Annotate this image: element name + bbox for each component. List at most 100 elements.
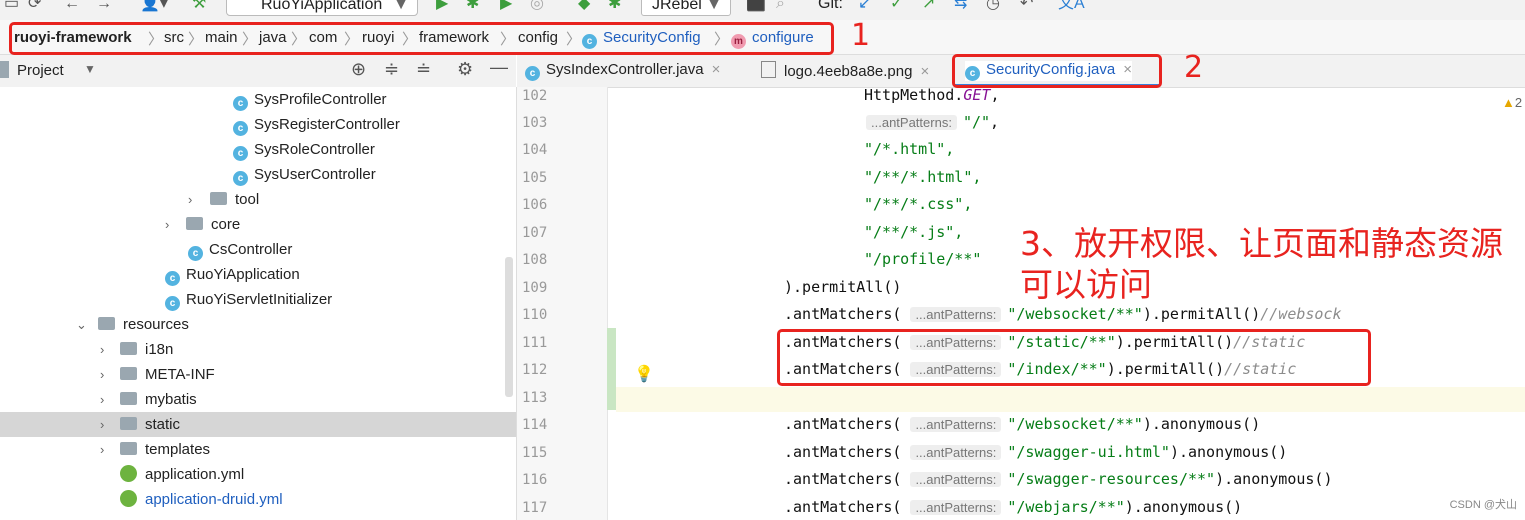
param-hint: ...antPatterns: — [910, 500, 1002, 515]
code-line-104[interactable]: "/*.html", — [864, 140, 954, 158]
tree-item[interactable]: › core — [0, 212, 516, 237]
tree-item-label: resources — [123, 316, 189, 333]
code-token: GET — [963, 86, 991, 104]
folder-icon — [120, 442, 137, 455]
param-hint: ...antPatterns: — [910, 417, 1002, 432]
chevron-right-icon[interactable]: › — [165, 212, 169, 237]
tree-item[interactable]: c SysRoleController — [0, 137, 516, 162]
forward-icon[interactable]: → — [96, 0, 112, 14]
param-hint: ...antPatterns: — [910, 445, 1002, 460]
gear-icon[interactable]: ⚙ — [457, 59, 473, 80]
minimize-icon[interactable]: — — [490, 57, 508, 78]
close-icon[interactable]: × — [712, 61, 721, 78]
git-push-icon[interactable]: ↗ — [922, 0, 935, 14]
close-icon[interactable]: × — [920, 63, 929, 80]
user-icon[interactable]: 👤▾ — [140, 0, 168, 14]
coverage-icon[interactable]: ▶ — [500, 0, 512, 14]
search-everywhere-icon[interactable]: ⌕ — [776, 0, 785, 14]
tree-item[interactable]: c RuoYiApplication — [0, 262, 516, 287]
tree-item[interactable]: › templates — [0, 437, 516, 462]
code-line-116[interactable]: .antMatchers( ...antPatterns: "/swagger-r… — [784, 470, 1333, 488]
tree-item[interactable]: › META-INF — [0, 362, 516, 387]
debug-icon[interactable]: ✱ — [466, 0, 479, 14]
tree-item-selected[interactable]: › static — [0, 412, 516, 437]
git-compare-icon[interactable]: ⇆ — [954, 0, 967, 14]
build-hammer-icon[interactable]: ⚒ — [192, 0, 206, 14]
chevron-right-icon[interactable]: › — [100, 412, 104, 437]
collapse-all-icon[interactable]: ≐ — [416, 59, 431, 80]
class-icon: c — [233, 121, 248, 136]
code-line-105[interactable]: "/**/*.html", — [864, 168, 981, 186]
expand-all-icon[interactable]: ≑ — [384, 59, 399, 80]
param-hint: ...antPatterns: — [866, 115, 957, 130]
line-number: 106 — [522, 197, 548, 213]
locate-icon[interactable]: ⊕ — [351, 59, 366, 80]
code-token: , — [990, 113, 1000, 131]
history-icon[interactable]: ◷ — [986, 0, 1000, 14]
stop-icon[interactable]: ⬛ — [746, 0, 766, 14]
tree-item[interactable]: application.yml — [0, 462, 516, 487]
code-line-117[interactable]: .antMatchers( ...antPatterns: "/webjars/*… — [784, 498, 1242, 516]
jrebel-select[interactable]: JRebel ▼ — [641, 0, 731, 16]
jrebel-run-icon[interactable]: ◆ — [578, 0, 590, 14]
line-number: 117 — [522, 500, 548, 516]
lightbulb-icon[interactable]: 💡 — [634, 364, 654, 384]
tab-sysindexcontroller[interactable]: c SysIndexController.java × — [525, 61, 720, 81]
tree-scrollbar[interactable] — [505, 257, 513, 397]
tree-item[interactable]: c SysRegisterController — [0, 112, 516, 137]
tab-logo-png[interactable]: logo.4eeb8a8e.png × — [761, 61, 929, 80]
tree-item-label: SysRoleController — [254, 141, 375, 158]
warning-icon[interactable]: ▲2 — [1502, 95, 1522, 110]
code-string: "/swagger-resources/**" — [1007, 470, 1216, 488]
code-line-114[interactable]: .antMatchers( ...antPatterns: "/websocket… — [784, 415, 1260, 433]
code-line-109[interactable]: ).permitAll() — [784, 278, 901, 296]
profile-icon[interactable]: ◎ — [530, 0, 544, 14]
chevron-right-icon[interactable]: › — [100, 362, 104, 387]
code-line-107[interactable]: "/**/*.js", — [864, 223, 963, 241]
tree-item[interactable]: application-druid.yml — [0, 487, 516, 512]
project-icon — [0, 61, 9, 78]
chevron-right-icon[interactable]: › — [100, 387, 104, 412]
rollback-icon[interactable]: ↶ — [1020, 0, 1033, 14]
param-hint: ...antPatterns: — [910, 307, 1002, 322]
git-update-icon[interactable]: ↙ — [858, 0, 871, 14]
line-number: 113 — [522, 390, 548, 406]
chevron-down-icon[interactable]: ▼ — [84, 62, 96, 76]
code-line-103[interactable]: ...antPatterns: "/", — [866, 113, 999, 131]
code-line-102[interactable]: HttpMethod.GET, — [864, 86, 999, 104]
code-line-108[interactable]: "/profile/**" — [864, 250, 981, 268]
jrebel-label: JRebel — [652, 0, 702, 13]
spring-yml-icon — [120, 490, 137, 507]
save-icon[interactable]: ▭ — [4, 0, 19, 14]
tree-item[interactable]: c CsController — [0, 237, 516, 262]
code-token: .antMatchers( — [784, 305, 902, 323]
tree-item-label: SysUserController — [254, 166, 376, 183]
tree-item[interactable]: › mybatis — [0, 387, 516, 412]
tree-item[interactable]: c SysProfileController — [0, 87, 516, 112]
back-icon[interactable]: ← — [64, 0, 80, 14]
tree-item[interactable]: › tool — [0, 187, 516, 212]
project-panel-title[interactable]: Project — [17, 62, 64, 79]
code-line-110[interactable]: .antMatchers( ...antPatterns: "/websocket… — [784, 305, 1342, 323]
tree-item[interactable]: ⌄ resources — [0, 312, 516, 337]
code-line-115[interactable]: .antMatchers( ...antPatterns: "/swagger-u… — [784, 443, 1287, 461]
sync-icon[interactable]: ⟳ — [28, 0, 41, 14]
warning-count: 2 — [1514, 95, 1523, 110]
tree-item[interactable]: › i18n — [0, 337, 516, 362]
run-configuration-select[interactable]: RuoYiApplication ▼ — [226, 0, 418, 16]
watermark: CSDN @犬山 — [1449, 499, 1517, 511]
chevron-right-icon[interactable]: › — [100, 437, 104, 462]
run-icon[interactable]: ▶ — [436, 0, 448, 14]
jrebel-debug-icon[interactable]: ✱ — [608, 0, 621, 14]
tree-item[interactable]: c RuoYiServletInitializer — [0, 287, 516, 312]
line-number: 105 — [522, 170, 548, 186]
project-panel-header: Project ▼ ⊕ ≑ ≐ ⚙ — — [0, 55, 516, 88]
chevron-right-icon[interactable]: › — [100, 337, 104, 362]
translate-icon[interactable]: 文A — [1058, 0, 1085, 14]
annotation-box-2 — [952, 54, 1162, 88]
git-commit-icon[interactable]: ✓ — [890, 0, 903, 14]
chevron-down-icon[interactable]: ⌄ — [76, 312, 87, 337]
tree-item[interactable]: c SysUserController — [0, 162, 516, 187]
chevron-right-icon[interactable]: › — [188, 187, 192, 212]
code-line-106[interactable]: "/**/*.css", — [864, 195, 972, 213]
